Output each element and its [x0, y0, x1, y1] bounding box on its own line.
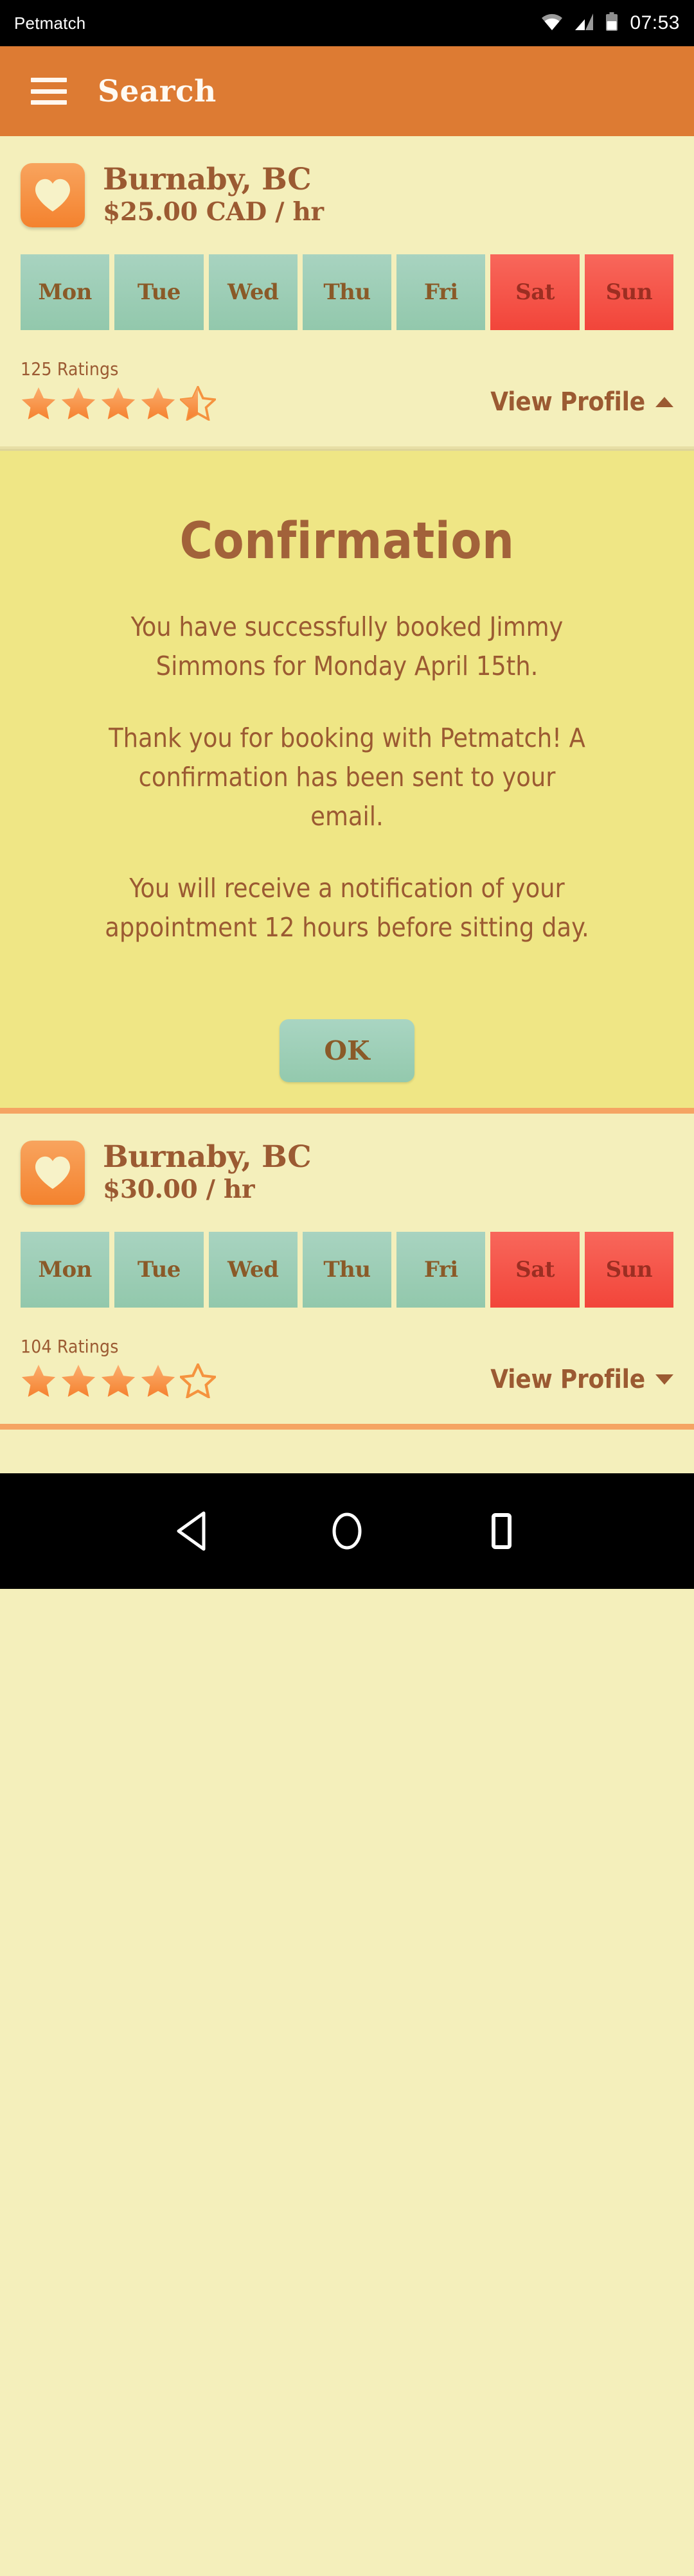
day-chip-thu[interactable]: Thu: [302, 1231, 392, 1308]
star-icon-full: [140, 1363, 176, 1398]
view-profile-label: View Profile: [490, 1364, 645, 1394]
star-icon-full: [21, 386, 57, 421]
day-chip-tue[interactable]: Tue: [114, 254, 204, 330]
day-chip-sat[interactable]: Sat: [490, 1231, 580, 1308]
listing-price: $25.00 CAD / hr: [103, 197, 324, 227]
confirmation-paragraph-2: Thank you for booking with Petmatch! A c…: [109, 723, 585, 832]
day-chip-mon[interactable]: Mon: [21, 254, 110, 330]
status-bar-clock: 07:53: [630, 12, 680, 33]
confirmation-panel: Confirmation You have successfully booke…: [0, 449, 694, 1108]
back-triangle-icon[interactable]: [175, 1511, 211, 1551]
listing-city: Burnaby, BC: [103, 1139, 312, 1175]
day-chip-fri[interactable]: Fri: [396, 1231, 486, 1308]
hamburger-bar: [31, 89, 67, 94]
battery-icon: [605, 12, 618, 35]
availability-days-row: Mon Tue Wed Thu Fri Sat Sun: [21, 1211, 673, 1308]
star-rating: [21, 386, 216, 421]
star-icon-full: [60, 386, 96, 421]
day-chip-mon[interactable]: Mon: [21, 1231, 110, 1308]
section-divider-orange-bottom: [0, 1423, 694, 1430]
android-nav-bar: [0, 1473, 694, 1589]
listing-card-1[interactable]: Burnaby, BC $25.00 CAD / hr Mon Tue Wed …: [0, 136, 694, 446]
day-chip-sun[interactable]: Sun: [584, 254, 673, 330]
page-title: Search: [98, 73, 217, 109]
listing-city: Burnaby, BC: [103, 162, 312, 198]
app-screen: Petmatch 07:53 Search Burnaby, BC $25.00…: [0, 0, 694, 2576]
listing-header: Burnaby, BC $25.00 CAD / hr: [21, 136, 673, 234]
confirmation-paragraph-3: You will receive a notification of your …: [105, 873, 589, 943]
availability-days-row: Mon Tue Wed Thu Fri Sat Sun: [21, 234, 673, 330]
star-icon-empty: [180, 1363, 216, 1398]
cellular-signal-icon: [574, 13, 594, 34]
recents-square-icon[interactable]: [483, 1511, 519, 1551]
star-icon-half: [180, 386, 216, 421]
star-icon-full: [140, 386, 176, 421]
star-rating: [21, 1363, 216, 1398]
heart-icon[interactable]: [21, 1140, 85, 1205]
chevron-up-icon: [655, 397, 673, 407]
listing-price: $30.00 / hr: [103, 1174, 255, 1204]
listing-header: Burnaby, BC $30.00 / hr: [21, 1114, 673, 1211]
star-icon-full: [100, 386, 136, 421]
view-profile-label: View Profile: [490, 387, 645, 417]
app-bar: Search: [0, 46, 694, 136]
wifi-icon: [541, 13, 563, 34]
hamburger-menu-icon[interactable]: [31, 78, 67, 105]
star-icon-full: [100, 1363, 136, 1398]
ratings-count: 104 Ratings: [21, 1335, 119, 1357]
listing-rating-row: 125 Ratings View Profile: [21, 330, 673, 446]
day-chip-sun[interactable]: Sun: [584, 1231, 673, 1308]
day-chip-thu[interactable]: Thu: [302, 254, 392, 330]
chevron-down-icon: [655, 1374, 673, 1385]
star-icon-full: [21, 1363, 57, 1398]
day-chip-sat[interactable]: Sat: [490, 254, 580, 330]
listing-rating-row: 104 Ratings View Profile: [21, 1308, 673, 1424]
star-icon-full: [60, 1363, 96, 1398]
hamburger-bar: [31, 100, 67, 105]
ok-button[interactable]: OK: [280, 1019, 414, 1082]
section-divider-orange: [0, 1107, 694, 1114]
day-chip-wed[interactable]: Wed: [208, 254, 298, 330]
rating-block: 104 Ratings: [21, 1336, 216, 1398]
day-chip-fri[interactable]: Fri: [396, 254, 486, 330]
bottom-filler: [0, 1429, 694, 1473]
hamburger-bar: [31, 78, 67, 82]
status-bar: Petmatch 07:53: [0, 0, 694, 46]
day-chip-tue[interactable]: Tue: [114, 1231, 204, 1308]
confirmation-paragraph-1: You have successfully booked Jimmy Simmo…: [130, 611, 564, 681]
status-bar-app-name: Petmatch: [14, 13, 86, 33]
home-circle-icon[interactable]: [329, 1511, 365, 1551]
view-profile-button-2[interactable]: View Profile: [490, 1365, 673, 1398]
day-chip-wed[interactable]: Wed: [208, 1231, 298, 1308]
listing-titles: Burnaby, BC $25.00 CAD / hr: [103, 163, 324, 227]
heart-icon[interactable]: [21, 163, 85, 227]
rating-block: 125 Ratings: [21, 358, 216, 421]
listing-titles: Burnaby, BC $30.00 / hr: [103, 1139, 312, 1204]
status-bar-icons: 07:53: [541, 12, 680, 35]
view-profile-button-1[interactable]: View Profile: [490, 387, 673, 421]
ratings-count: 125 Ratings: [21, 358, 119, 380]
confirmation-title: Confirmation: [179, 513, 515, 570]
listing-card-2[interactable]: Burnaby, BC $30.00 / hr Mon Tue Wed Thu …: [0, 1113, 694, 1424]
